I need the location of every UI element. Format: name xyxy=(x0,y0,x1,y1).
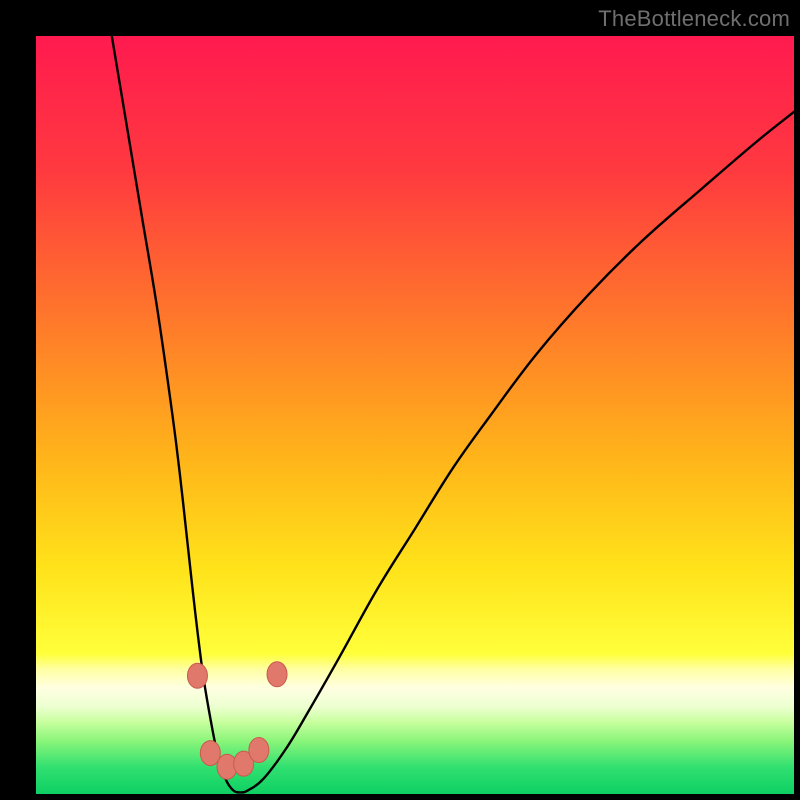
bottleneck-curve xyxy=(112,36,794,792)
curve-marker xyxy=(249,738,269,763)
curve-marker xyxy=(267,662,287,687)
curve-marker xyxy=(187,663,207,688)
curve-markers xyxy=(187,662,287,779)
attribution-text: TheBottleneck.com xyxy=(598,6,790,32)
plot-area xyxy=(36,36,794,794)
curve-layer xyxy=(36,36,794,794)
